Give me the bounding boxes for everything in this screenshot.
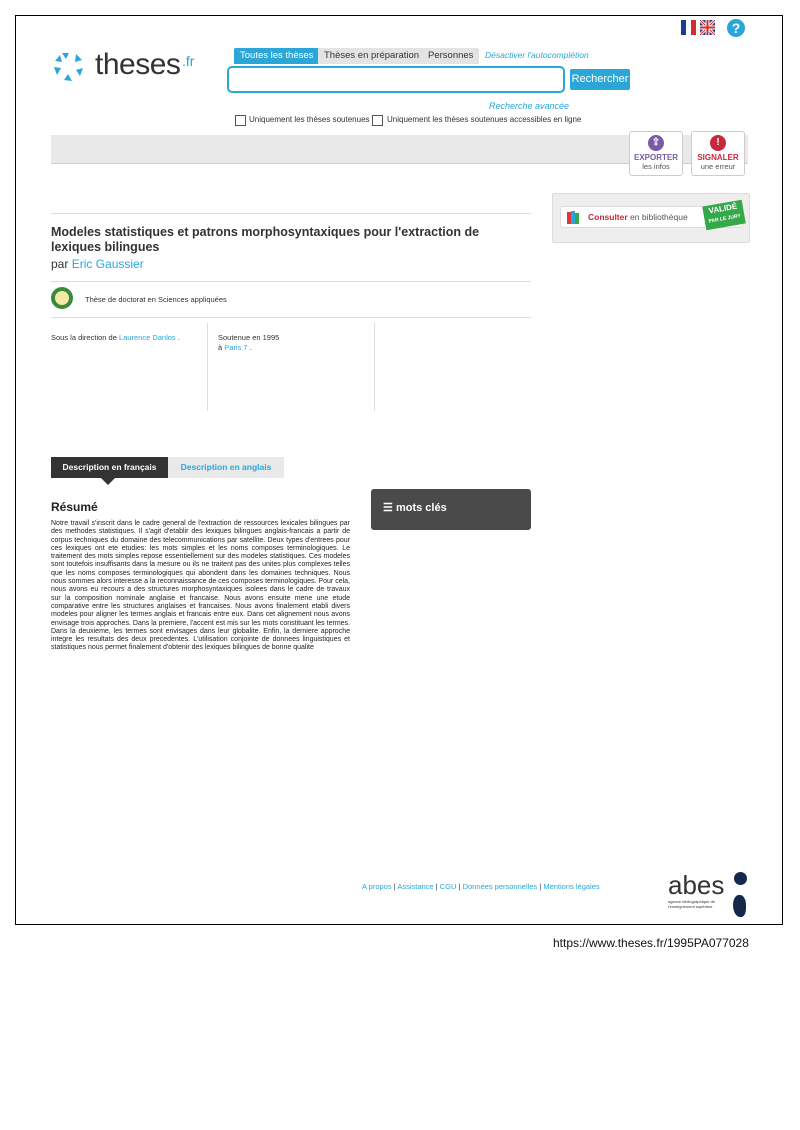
page-url: https://www.theses.fr/1995PA077028: [553, 936, 749, 950]
abes-dot-icon: [734, 872, 747, 885]
divider: [374, 323, 375, 411]
tab-persons[interactable]: Personnes: [422, 48, 480, 64]
export-sub: les infos: [642, 162, 670, 171]
report-error-button[interactable]: ! SIGNALER une erreur: [691, 131, 745, 176]
logo-text[interactable]: theses: [95, 48, 181, 82]
tab-description-en[interactable]: Description en anglais: [168, 457, 284, 478]
divider: [51, 213, 531, 214]
tab-description-fr[interactable]: Description en français: [51, 457, 168, 478]
by-label: par: [51, 257, 69, 271]
footer-link-cgu[interactable]: CGU: [440, 882, 457, 891]
defense-info: Soutenue en 1995 à Paris 7 .: [218, 333, 280, 352]
filter-defended-label: Uniquement les thèses soutenues: [249, 115, 370, 124]
thesis-title: Modeles statistiques et patrons morphosy…: [51, 225, 480, 254]
university-link[interactable]: Paris 7: [224, 343, 247, 352]
abes-comma-icon: [733, 895, 746, 917]
degree-label: Thèse de doctorat en Sciences appliquées: [85, 295, 227, 304]
footer-link-about[interactable]: A propos: [362, 882, 392, 891]
direction-label: Sous la direction de: [51, 333, 117, 342]
report-title: SIGNALER: [697, 153, 739, 162]
tab-all-theses[interactable]: Toutes les thèses: [234, 48, 320, 64]
consult-label-rest: en bibliothèque: [627, 212, 688, 222]
footer-link-legal[interactable]: Mentions légales: [543, 882, 599, 891]
advanced-search-link[interactable]: Recherche avancée: [489, 101, 569, 111]
resume-text: Notre travail s'inscrit dans le cadre ge…: [51, 520, 350, 652]
tab-theses-in-preparation[interactable]: Thèses en préparation: [318, 48, 426, 64]
help-icon[interactable]: ?: [727, 19, 745, 37]
book-icon: [567, 211, 581, 229]
theses-logo-icon[interactable]: [52, 50, 86, 89]
alert-icon: !: [710, 135, 726, 151]
list-icon: ☰: [383, 502, 393, 514]
footer-link-assistance[interactable]: Assistance: [397, 882, 433, 891]
resume-heading: Résumé: [51, 500, 98, 514]
author-line: par Eric Gaussier: [51, 257, 144, 271]
direction-info: Sous la direction de Laurence Danlos .: [51, 333, 180, 342]
divider: [51, 317, 531, 318]
export-button[interactable]: ⇪ EXPORTER les infos: [629, 131, 683, 176]
footer-links: A propos | Assistance | CGU | Données pe…: [362, 882, 600, 891]
export-title: EXPORTER: [633, 153, 678, 162]
export-icon: ⇪: [648, 135, 664, 151]
abes-logo[interactable]: abes: [668, 870, 724, 901]
filter-online-checkbox[interactable]: [372, 115, 383, 126]
at-label: à: [218, 343, 223, 352]
divider: [51, 281, 531, 282]
discipline-icon: [51, 287, 73, 309]
filter-defended-checkbox[interactable]: [235, 115, 246, 126]
footer-link-privacy[interactable]: Données personnelles: [463, 882, 538, 891]
keywords-title: ☰ mots clés: [383, 501, 447, 514]
french-flag-icon[interactable]: [681, 20, 696, 35]
defended-label: Soutenue en 1995: [218, 333, 280, 342]
search-button[interactable]: Rechercher: [570, 69, 630, 90]
director-link[interactable]: Laurence Danlos: [119, 333, 176, 342]
divider: [207, 323, 208, 411]
consult-label-bold: Consulter: [588, 212, 628, 222]
filter-online-label: Uniquement les thèses soutenues accessib…: [387, 115, 582, 124]
logo-suffix: .fr: [182, 53, 195, 69]
keywords-panel[interactable]: ☰ mots clés: [371, 489, 531, 530]
disable-autocomplete-link[interactable]: Désactiver l'autocomplétion: [485, 50, 589, 60]
english-flag-icon[interactable]: [698, 18, 717, 37]
author-link[interactable]: Eric Gaussier: [72, 257, 144, 271]
report-sub: une erreur: [700, 162, 736, 171]
search-input[interactable]: [227, 66, 565, 93]
keywords-label: mots clés: [395, 502, 447, 514]
abes-subtitle: agence bibliographique de l'enseignement…: [668, 899, 715, 909]
active-tab-arrow: [101, 478, 115, 485]
